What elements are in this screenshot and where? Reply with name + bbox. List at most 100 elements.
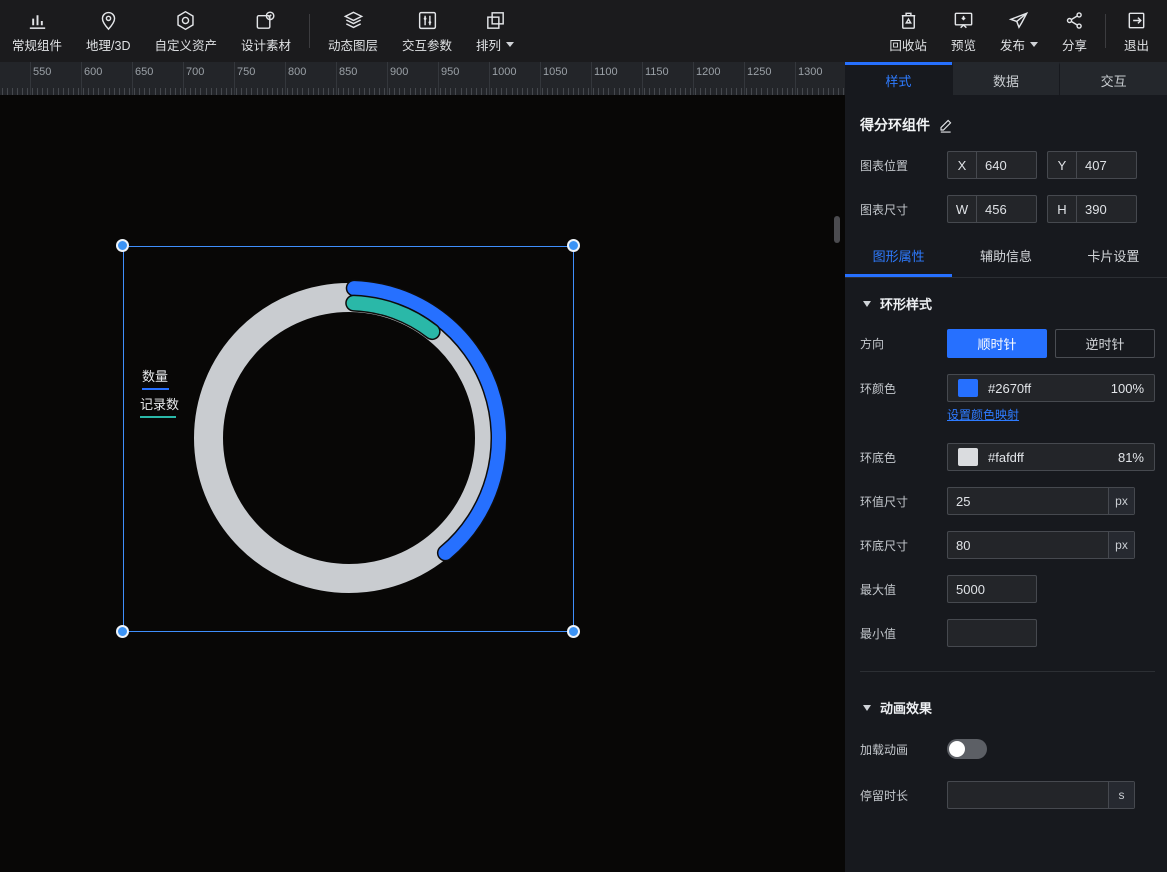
ruler-minor-tick [389,88,390,95]
toolbar-item-arrange[interactable]: 排列 [464,0,526,62]
ruler-minor-tick [185,88,186,95]
toolbar-item-label: 常规组件 [12,35,62,54]
min-value-label: 最小值 [860,625,947,642]
toolbar-item-trash[interactable]: 回收站 [877,0,939,62]
toolbar-item-layers[interactable]: 动态图层 [316,0,390,62]
selection-handle[interactable] [567,239,580,252]
ruler-minor-tick [12,88,13,95]
color-map-link[interactable]: 设置颜色映射 [947,408,1019,422]
selection-box[interactable] [123,246,574,632]
min-value-input[interactable] [948,620,1036,646]
toolbar-item-preview[interactable]: 预览 [939,0,988,62]
subtab-graphic-props[interactable]: 图形属性 [845,240,952,277]
canvas-scrollbar-thumb[interactable] [834,216,840,243]
ruler-minor-tick [32,88,33,95]
base-size-row: 环底尺寸 px [860,531,1155,559]
tab-data[interactable]: 数据 [952,62,1060,95]
y-tag: Y [1048,152,1077,178]
component-title-row: 得分环组件 [860,111,1155,139]
ruler-label: 550 [33,66,51,78]
ruler-minor-tick [675,88,676,95]
ruler-minor-tick [578,88,579,95]
legend-item[interactable]: 记录数 [140,394,179,418]
tab-style[interactable]: 样式 [845,62,952,95]
ruler-minor-tick [608,88,609,95]
loading-animation-toggle[interactable] [947,739,987,759]
value-size-label: 环值尺寸 [860,493,947,510]
ruler-minor-tick [93,88,94,95]
toolbar-item-design-material[interactable]: 设计素材 [229,0,303,62]
tab-interaction[interactable]: 交互 [1059,62,1167,95]
ring-base-color-opacity: 81% [1118,450,1144,465]
ruler-minor-tick [359,88,360,95]
ruler-major-tick [591,62,592,95]
ruler-minor-tick [353,88,354,95]
position-y-input[interactable] [1077,152,1136,178]
ruler-minor-tick [833,88,834,95]
edit-pencil-icon[interactable] [938,118,953,133]
ruler-minor-tick [53,88,54,95]
legend-underline [142,388,169,390]
counterclockwise-button[interactable]: 逆时针 [1055,329,1155,358]
selection-handle[interactable] [116,625,129,638]
value-size-input[interactable] [948,488,1108,514]
toolbar-item-hexagon-asset[interactable]: 自定义资产 [142,0,229,62]
ruler-minor-tick [756,88,757,95]
ruler-minor-tick [149,88,150,95]
ruler-minor-tick [445,88,446,95]
ruler-minor-tick [552,88,553,95]
ring-style-section-header[interactable]: 环形样式 [860,294,1155,313]
ruler-minor-tick [700,88,701,95]
ruler-minor-tick [333,88,334,95]
ruler-minor-tick [517,88,518,95]
max-value-field [947,575,1037,603]
duration-input[interactable] [948,782,1108,808]
ruler-minor-tick [731,88,732,95]
value-size-field: px [947,487,1135,515]
ruler-minor-tick [318,88,319,95]
base-size-input[interactable] [948,532,1108,558]
selection-handle[interactable] [567,625,580,638]
ruler-minor-tick [812,88,813,95]
ruler-minor-tick [634,88,635,95]
toolbar-item-sliders[interactable]: 交互参数 [390,0,464,62]
subtab-card-settings[interactable]: 卡片设置 [1060,240,1167,277]
publish-icon [1007,9,1030,32]
base-size-unit: px [1108,532,1134,558]
ruler-minor-tick [471,88,472,95]
ruler-minor-tick [292,88,293,95]
toolbar-item-share[interactable]: 分享 [1050,0,1099,62]
animation-section-header[interactable]: 动画效果 [860,698,1155,717]
ruler-minor-tick [639,88,640,95]
ring-base-color-picker[interactable]: #fafdff 81% [947,443,1155,471]
ruler-minor-tick [843,88,844,95]
max-value-input[interactable] [948,576,1036,602]
ruler-minor-tick [175,88,176,95]
legend-item[interactable]: 数量 [142,366,169,390]
ruler-minor-tick [440,88,441,95]
selection-handle[interactable] [116,239,129,252]
toolbar-item-exit[interactable]: 退出 [1112,0,1161,62]
ruler-minor-tick [195,88,196,95]
toolbar-item-map-pin[interactable]: 地理/3D [74,0,142,62]
ruler-minor-tick [430,88,431,95]
toolbar-item-label: 退出 [1124,35,1149,54]
toolbar-item-bar-chart[interactable]: 常规组件 [0,0,74,62]
position-x-input[interactable] [977,152,1036,178]
clockwise-button[interactable]: 顺时针 [947,329,1047,358]
ruler-minor-tick [165,88,166,95]
size-w-input[interactable] [977,196,1036,222]
toolbar-item-publish[interactable]: 发布 [988,0,1050,62]
subtab-aux-info[interactable]: 辅助信息 [952,240,1059,277]
ruler-major-tick [132,62,133,95]
toggle-knob [949,741,965,757]
editor-canvas[interactable]: 数量记录数 [0,95,845,872]
size-h-input[interactable] [1077,196,1136,222]
ring-color-picker[interactable]: #2670ff 100% [947,374,1155,402]
color-map-link-row: 设置颜色映射 [947,406,1155,424]
ruler-minor-tick [257,88,258,95]
ruler-minor-tick [114,88,115,95]
ruler-minor-tick [348,88,349,95]
ruler-minor-tick [659,88,660,95]
ruler-minor-tick [654,88,655,95]
